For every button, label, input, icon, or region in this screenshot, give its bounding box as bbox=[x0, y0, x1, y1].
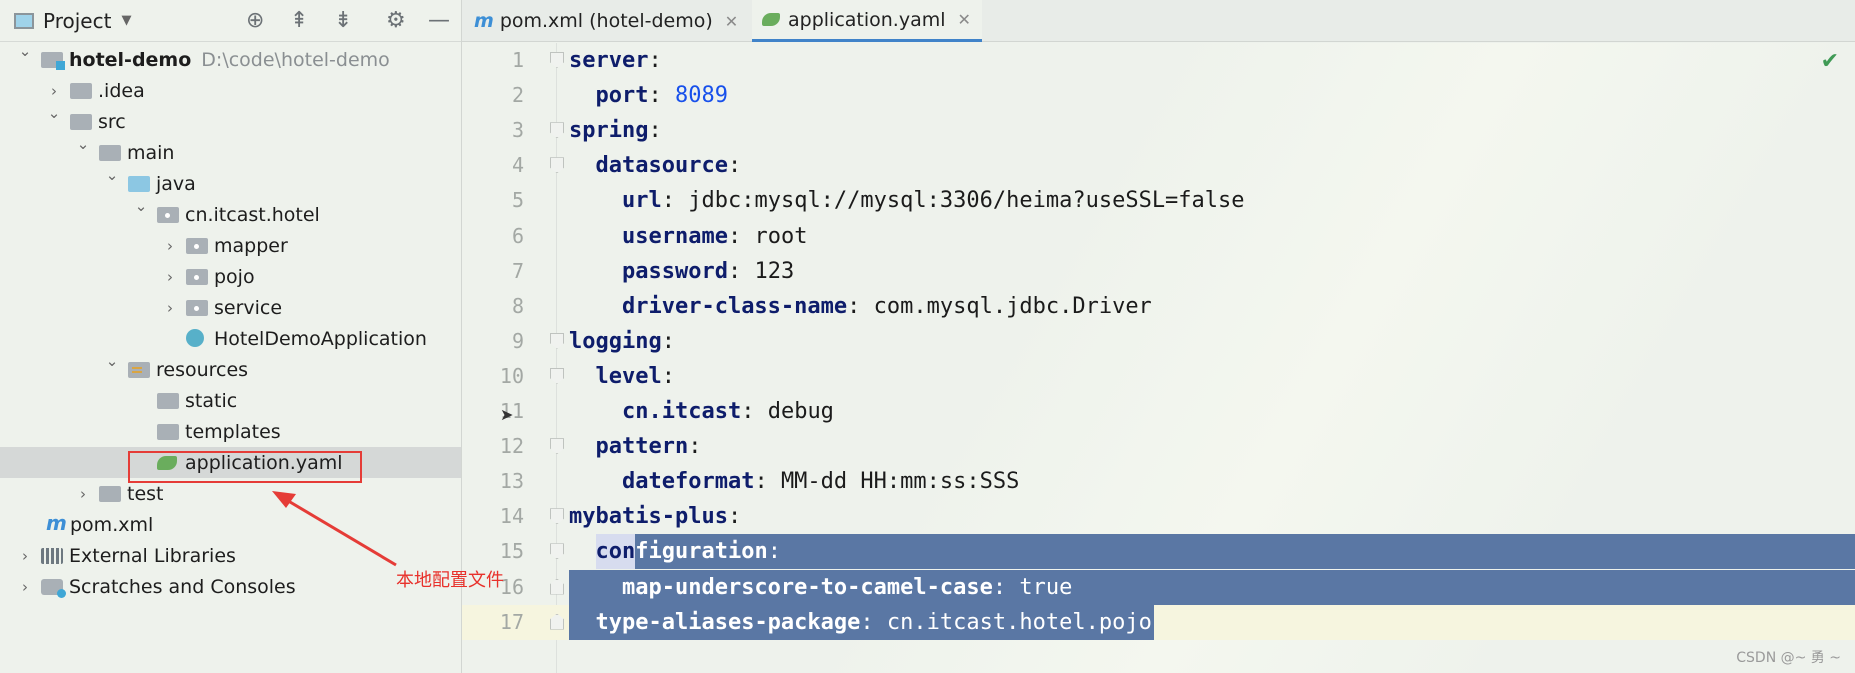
watermark: CSDN @~ 勇 ~ bbox=[1736, 650, 1841, 666]
mouse-cursor-icon: ➤ bbox=[500, 405, 514, 424]
annotation-arrow bbox=[272, 491, 397, 567]
annotation-label: 本地配置文件 bbox=[396, 570, 504, 591]
